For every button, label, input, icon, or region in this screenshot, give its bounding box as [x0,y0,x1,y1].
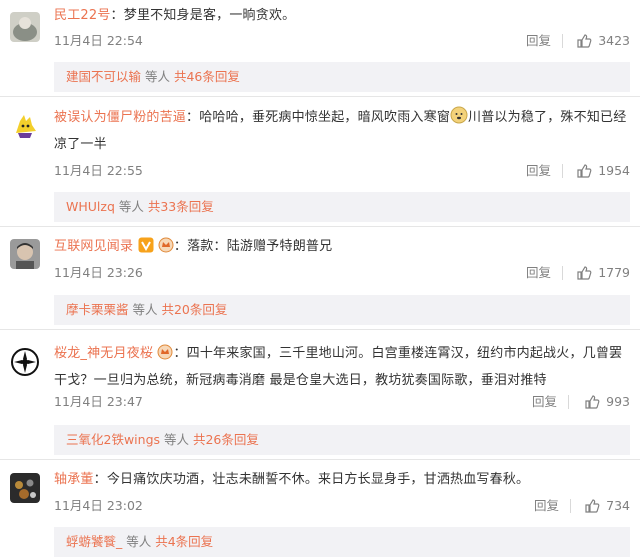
comment-meta: 11月4日 23:02 回复 734 [54,496,630,516]
avatar[interactable] [10,239,40,269]
comment-4: 桜龙_神无月夜桜 ：四十年来家国，三千里地山河。白宫重楼连霄汉，纽约市内起战火，… [0,331,640,460]
divider [562,164,563,178]
comment-body: 被误认为僵尸粉的苦逼：哈哈哈，垂死病中惊坐起，暗风吹雨入寒窗 川普以为稳了，殊不知… [54,106,630,157]
row-divider [0,459,640,460]
avatar[interactable] [10,12,40,42]
like-count: 993 [606,394,630,409]
like-count: 1779 [598,265,630,280]
sub-reply-count[interactable]: 共4条回复 [155,534,213,549]
sub-reply-count[interactable]: 共20条回复 [161,302,227,317]
thumbs-up-icon [577,164,592,178]
sub-replies-bar[interactable]: 蜉蝣饕餮_ 等人 共4条回复 [54,527,630,557]
sub-reply-mid: 等人 [160,432,193,447]
doge-emoji-icon [450,106,468,133]
verified-v-icon [138,237,154,261]
comment-body: 桜龙_神无月夜桜 ：四十年来家国，三千里地山河。白宫重楼连霄汉，纽约市内起战火，… [54,342,630,393]
comment-text: 哈哈哈，垂死病中惊坐起，暗风吹雨入寒窗 [199,110,451,125]
separator: ： [173,346,187,361]
timestamp: 11月4日 23:47 [54,394,143,409]
separator: ： [186,110,200,125]
sub-reply-count[interactable]: 共33条回复 [148,199,214,214]
username-link[interactable]: 互联网见闻录 [54,239,133,254]
reply-button[interactable]: 回复 [526,263,551,283]
timestamp: 11月4日 23:26 [54,265,143,280]
username-link[interactable]: 民工22号 [54,8,111,23]
sub-reply-count[interactable]: 共46条回复 [174,69,240,84]
comment-2: 被误认为僵尸粉的苦逼：哈哈哈，垂死病中惊坐起，暗风吹雨入寒窗 川普以为稳了，殊不知… [0,97,640,227]
sub-reply-mid: 等人 [114,199,148,214]
comment-meta: 11月4日 23:47 回复 993 [54,392,630,412]
thumbs-up-icon [577,34,592,48]
like-button[interactable]: 1779 [576,263,630,283]
member-crown-icon [158,237,174,261]
sub-reply-mid: 等人 [122,534,156,549]
comment-meta: 11月4日 22:55 回复 1954 [54,161,630,181]
dark-photo-avatar-icon [10,473,40,503]
sub-reply-user[interactable]: 摩卡栗栗酱 [66,302,129,317]
sub-reply-user[interactable]: 蜉蝣饕餮_ [66,534,122,549]
row-divider [0,329,640,330]
comment-body: 互联网见闻录 ：落款：陆游赠予特朗普兄 [54,236,630,261]
comment-5: 轴承董：今日痛饮庆功酒，壮志未酬誓不休。来日方长显身手，甘洒热血写春秋。 11月… [0,461,640,560]
divider [570,499,571,513]
separator: ： [93,472,107,487]
like-button[interactable]: 3423 [576,31,630,51]
timestamp: 11月4日 23:02 [54,498,143,513]
comment-text: 今日痛饮庆功酒，壮志未酬誓不休。来日方长显身手，甘洒热血写春秋。 [106,472,530,487]
sub-reply-mid: 等人 [141,69,174,84]
sub-replies-bar[interactable]: 摩卡栗栗酱 等人 共20条回复 [54,295,630,325]
comment-1: 民工22号：梦里不知身是客，一晌贪欢。 11月4日 22:54 回复 3423 … [0,0,640,97]
reply-button[interactable]: 回复 [534,496,559,516]
avatar-photo-icon [10,12,40,42]
comment-meta: 11月4日 23:26 回复 1779 [54,263,630,283]
timestamp: 11月4日 22:55 [54,163,143,178]
emblem-avatar-icon [10,347,40,377]
sub-reply-count[interactable]: 共26条回复 [193,432,259,447]
sub-replies-bar[interactable]: WHUlzq 等人 共33条回复 [54,192,630,222]
sub-reply-user[interactable]: 建国不可以输 [66,69,141,84]
thumbs-up-icon [577,266,592,280]
like-button[interactable]: 1954 [576,161,630,181]
avatar[interactable] [10,347,40,377]
timestamp: 11月4日 22:54 [54,33,143,48]
like-count: 3423 [598,33,630,48]
sub-reply-mid: 等人 [128,302,162,317]
reply-button[interactable]: 回复 [532,392,557,412]
avatar[interactable] [10,473,40,503]
like-count: 734 [606,498,630,513]
member-crown-icon [157,344,173,369]
avatar[interactable] [10,111,40,141]
username-link[interactable]: 被误认为僵尸粉的苦逼 [54,110,186,125]
comment-body: 民工22号：梦里不知身是客，一晌贪欢。 [54,5,630,27]
thumbs-up-icon [585,395,600,409]
child-photo-avatar-icon [10,239,40,269]
comment-text: 落款：陆游赠予特朗普兄 [187,239,333,254]
like-count: 1954 [598,163,630,178]
comment-body: 轴承董：今日痛饮庆功酒，壮志未酬誓不休。来日方长显身手，甘洒热血写春秋。 [54,469,630,491]
divider [562,266,563,280]
like-button[interactable]: 734 [584,496,630,516]
username-link[interactable]: 轴承董 [54,472,94,487]
pikachu-avatar-icon [10,111,40,141]
divider [568,395,569,409]
reply-button[interactable]: 回复 [526,161,551,181]
comment-meta: 11月4日 22:54 回复 3423 [54,31,630,51]
comment-text: 梦里不知身是客，一晌贪欢。 [123,8,296,23]
comment-3: 互联网见闻录 ：落款：陆游赠予特朗普兄 11月4日 23:26 回复 1779 … [0,227,640,330]
separator: ： [173,239,188,254]
thumbs-up-icon [585,499,600,513]
divider [562,34,563,48]
reply-button[interactable]: 回复 [526,31,551,51]
username-link[interactable]: 桜龙_神无月夜桜 [54,346,153,361]
separator: ： [110,8,124,23]
sub-reply-user[interactable]: 三氧化2铁wings [66,432,160,447]
sub-reply-user[interactable]: WHUlzq [66,199,115,214]
sub-replies-bar[interactable]: 三氧化2铁wings 等人 共26条回复 [54,425,630,455]
sub-replies-bar[interactable]: 建国不可以输 等人 共46条回复 [54,62,630,92]
like-button[interactable]: 993 [584,392,630,412]
